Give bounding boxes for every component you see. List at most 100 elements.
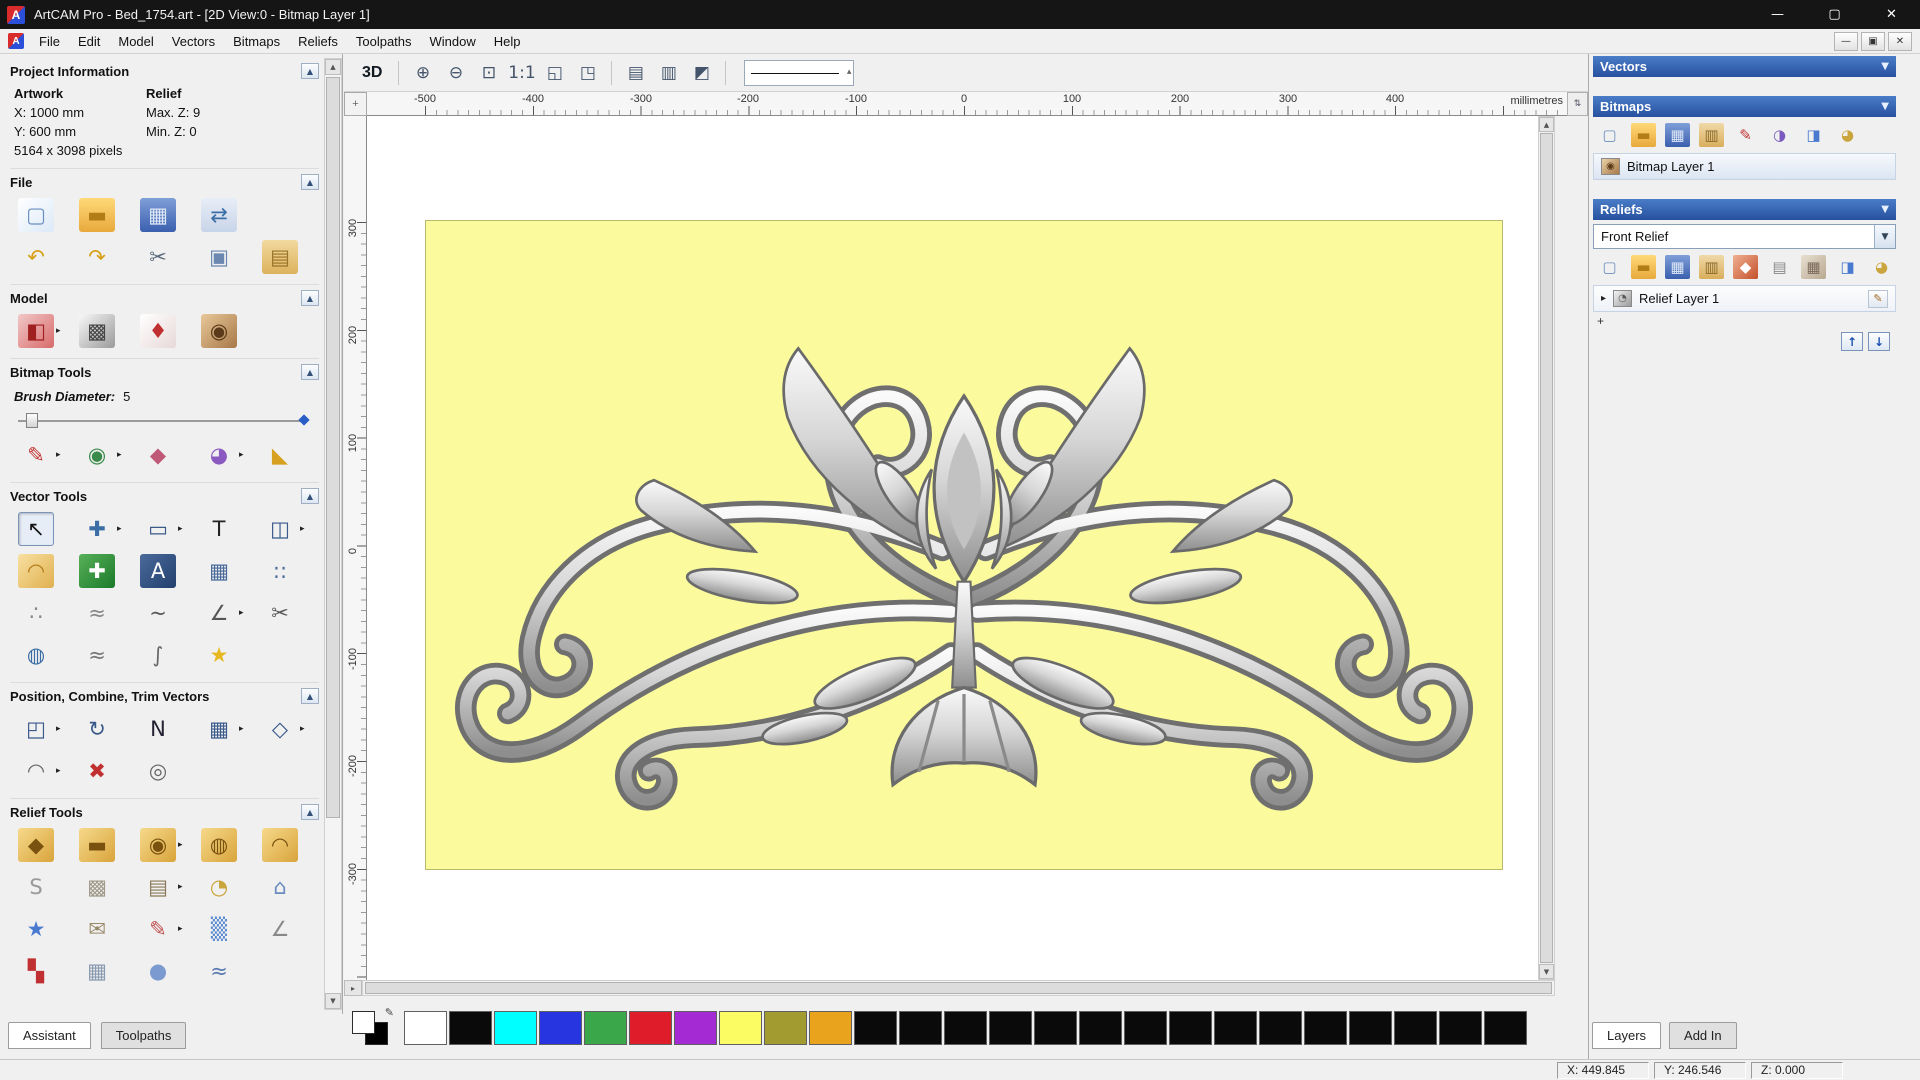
trim-vectors-icon[interactable]: ✂ — [262, 596, 308, 630]
smooth-relief-icon[interactable]: S — [18, 870, 64, 904]
palette-swatch-black-16[interactable] — [1484, 1011, 1527, 1045]
palette-swatch-red[interactable] — [629, 1011, 672, 1045]
save-relief-icon[interactable]: ▦ — [1665, 255, 1690, 279]
bitmap-layer-row[interactable]: ◉ Bitmap Layer 1 — [1593, 153, 1896, 180]
zoom-window-icon[interactable]: ⊡ — [475, 60, 502, 86]
open-model-icon[interactable]: ▬ — [79, 198, 125, 232]
colour-palette-icon[interactable]: ◕ ▸ — [201, 438, 247, 472]
palette-swatch-black-13[interactable] — [1349, 1011, 1392, 1045]
constant-height-icon[interactable]: ⌂ — [262, 870, 308, 904]
open-relief-icon[interactable]: ▬ — [1631, 255, 1656, 279]
create-rectangle-icon[interactable]: ▭ ▸ — [140, 512, 186, 546]
preview-relief-layer-icon[interactable]: ◩ — [688, 60, 715, 86]
toggle-vector-view-icon[interactable]: ▥ — [655, 60, 682, 86]
tab-toolpaths[interactable]: Toolpaths — [101, 1022, 187, 1049]
clipart-relief-icon[interactable]: ▚ — [18, 954, 64, 988]
palette-swatch-blue[interactable] — [539, 1011, 582, 1045]
collapse-vector-tools-button[interactable]: ▲ — [301, 488, 319, 504]
menu-toolpaths[interactable]: Toolpaths — [347, 31, 421, 52]
bitmaps-section-header[interactable]: Bitmaps ▼ — [1593, 96, 1896, 117]
save-model-icon[interactable]: ▦ — [140, 198, 186, 232]
palette-swatch-black-5[interactable] — [989, 1011, 1032, 1045]
move-layer-down-button[interactable]: ↓ — [1868, 332, 1890, 351]
menu-edit[interactable]: Edit — [69, 31, 109, 52]
texture-relief-icon[interactable]: ▩ — [79, 870, 125, 904]
vertical-scroll-thumb[interactable] — [1540, 133, 1553, 963]
block-array-icon[interactable]: ▦ ▸ — [201, 712, 247, 746]
relief-options-icon[interactable]: ◕ — [1869, 255, 1894, 279]
assistant-scrollbar[interactable]: ▲ ▼ — [324, 58, 342, 1010]
vectors-section-header[interactable]: Vectors ▼ — [1593, 56, 1896, 77]
collapse-relief-tools-button[interactable]: ▲ — [301, 804, 319, 820]
offset-vectors-icon[interactable]: ◠ — [18, 554, 64, 588]
measure-tool-icon[interactable]: ≈ — [79, 596, 125, 630]
collapse-file-button[interactable]: ▲ — [301, 174, 319, 190]
palette-swatch-black-6[interactable] — [1034, 1011, 1077, 1045]
collapse-model-button[interactable]: ▲ — [301, 290, 319, 306]
bitmap-options-icon[interactable]: ◕ — [1835, 123, 1860, 147]
horizontal-scroll-thumb[interactable] — [365, 982, 1552, 994]
create-text-icon[interactable]: T — [201, 512, 247, 546]
offset-relief-icon[interactable]: ▤ ▸ — [140, 870, 186, 904]
relief-wizard-icon[interactable]: ▤ — [1767, 255, 1792, 279]
paste-icon[interactable]: ▤ — [262, 240, 308, 274]
model-from-image-icon[interactable]: ◉ — [201, 314, 247, 348]
collapse-bitmap-tools-button[interactable]: ▲ — [301, 364, 319, 380]
palette-swatch-purple[interactable] — [674, 1011, 717, 1045]
zoom-page-icon[interactable]: ◳ — [574, 60, 601, 86]
node-editing-icon[interactable]: ∫ — [140, 638, 186, 672]
palette-swatch-gold[interactable] — [809, 1011, 852, 1045]
chevron-down-icon[interactable]: ▼ — [1881, 204, 1889, 215]
save-copy-icon[interactable]: ⇄ — [201, 198, 247, 232]
shape-editor-icon[interactable]: ◆ — [18, 828, 64, 862]
menu-model[interactable]: Model — [109, 31, 162, 52]
palette-swatch-black-9[interactable] — [1169, 1011, 1212, 1045]
extrude-relief-icon[interactable]: ▬ — [79, 828, 125, 862]
scroll-up-icon[interactable]: ▲ — [1539, 117, 1554, 132]
horizontal-scrollbar[interactable]: ▸ — [344, 980, 1555, 996]
collapse-project-information-button[interactable]: ▲ — [301, 63, 319, 79]
child-restore-button[interactable]: ▣ — [1861, 32, 1885, 51]
toggle-bitmap-view-icon[interactable]: ▤ — [622, 60, 649, 86]
calculate-relief-icon[interactable]: ▦ — [1801, 255, 1826, 279]
smooth-relief-layer-icon[interactable]: ◆ — [1733, 255, 1758, 279]
snap-grid-icon[interactable]: ▦ — [201, 554, 247, 588]
rotate-array-icon[interactable]: ↻ — [79, 712, 125, 746]
panel-splitter-button[interactable]: ▸ — [344, 980, 362, 996]
paint-relief-icon[interactable]: ✎ ▸ — [140, 912, 186, 946]
combobox-dropdown-icon[interactable]: ▼ — [1874, 225, 1895, 248]
line-width-handle[interactable]: ▴ — [847, 67, 852, 77]
add-relief-layer-button[interactable]: + — [1597, 314, 1611, 328]
import-bitmap-icon[interactable]: ▥ — [1699, 123, 1724, 147]
relief-select-combobox[interactable]: Front Relief ▼ — [1593, 224, 1896, 249]
bucket-fill-icon[interactable]: ◣ — [262, 438, 308, 472]
palette-swatch-black-10[interactable] — [1214, 1011, 1257, 1045]
palette-swatch-black-14[interactable] — [1394, 1011, 1437, 1045]
tab-layers[interactable]: Layers — [1592, 1022, 1661, 1049]
two-rail-sweep-icon[interactable]: ◠ — [262, 828, 308, 862]
relief-layer-edit-icon[interactable]: ✎ — [1868, 290, 1888, 308]
horizontal-scroll-track[interactable] — [362, 980, 1555, 996]
new-model-icon[interactable]: ▢ — [18, 198, 64, 232]
weld-vectors-icon[interactable]: ✖ — [79, 754, 125, 788]
scroll-up-icon[interactable]: ▲ — [325, 59, 341, 75]
chevron-down-icon[interactable]: ▼ — [1881, 101, 1889, 112]
palette-swatch-black-7[interactable] — [1079, 1011, 1122, 1045]
envelope-distort-icon[interactable]: ✉ — [79, 912, 125, 946]
delete-bitmap-icon[interactable]: ◨ — [1801, 123, 1826, 147]
palette-swatch-black[interactable] — [449, 1011, 492, 1045]
zoom-in-icon[interactable]: ⊕ — [409, 60, 436, 86]
undo-icon[interactable]: ↶ — [18, 240, 64, 274]
scroll-thumb[interactable] — [326, 77, 340, 818]
paint-bitmap-icon[interactable]: ✎ — [1733, 123, 1758, 147]
set-model-size-icon[interactable]: ◧ ▸ — [18, 314, 64, 348]
view-3d-button[interactable]: 3D — [356, 62, 388, 84]
ruler-options-button[interactable]: ⇅ — [1567, 92, 1588, 116]
flood-fill-icon[interactable]: ◆ — [140, 438, 186, 472]
redo-icon[interactable]: ↷ — [79, 240, 125, 274]
menu-help[interactable]: Help — [485, 31, 530, 52]
sculpt-model-icon[interactable]: ♦ — [140, 314, 186, 348]
create-points-icon[interactable]: ∴ — [18, 596, 64, 630]
maximize-button[interactable]: ▢ — [1806, 0, 1863, 29]
greyscale-model-icon[interactable]: ▩ — [79, 314, 125, 348]
